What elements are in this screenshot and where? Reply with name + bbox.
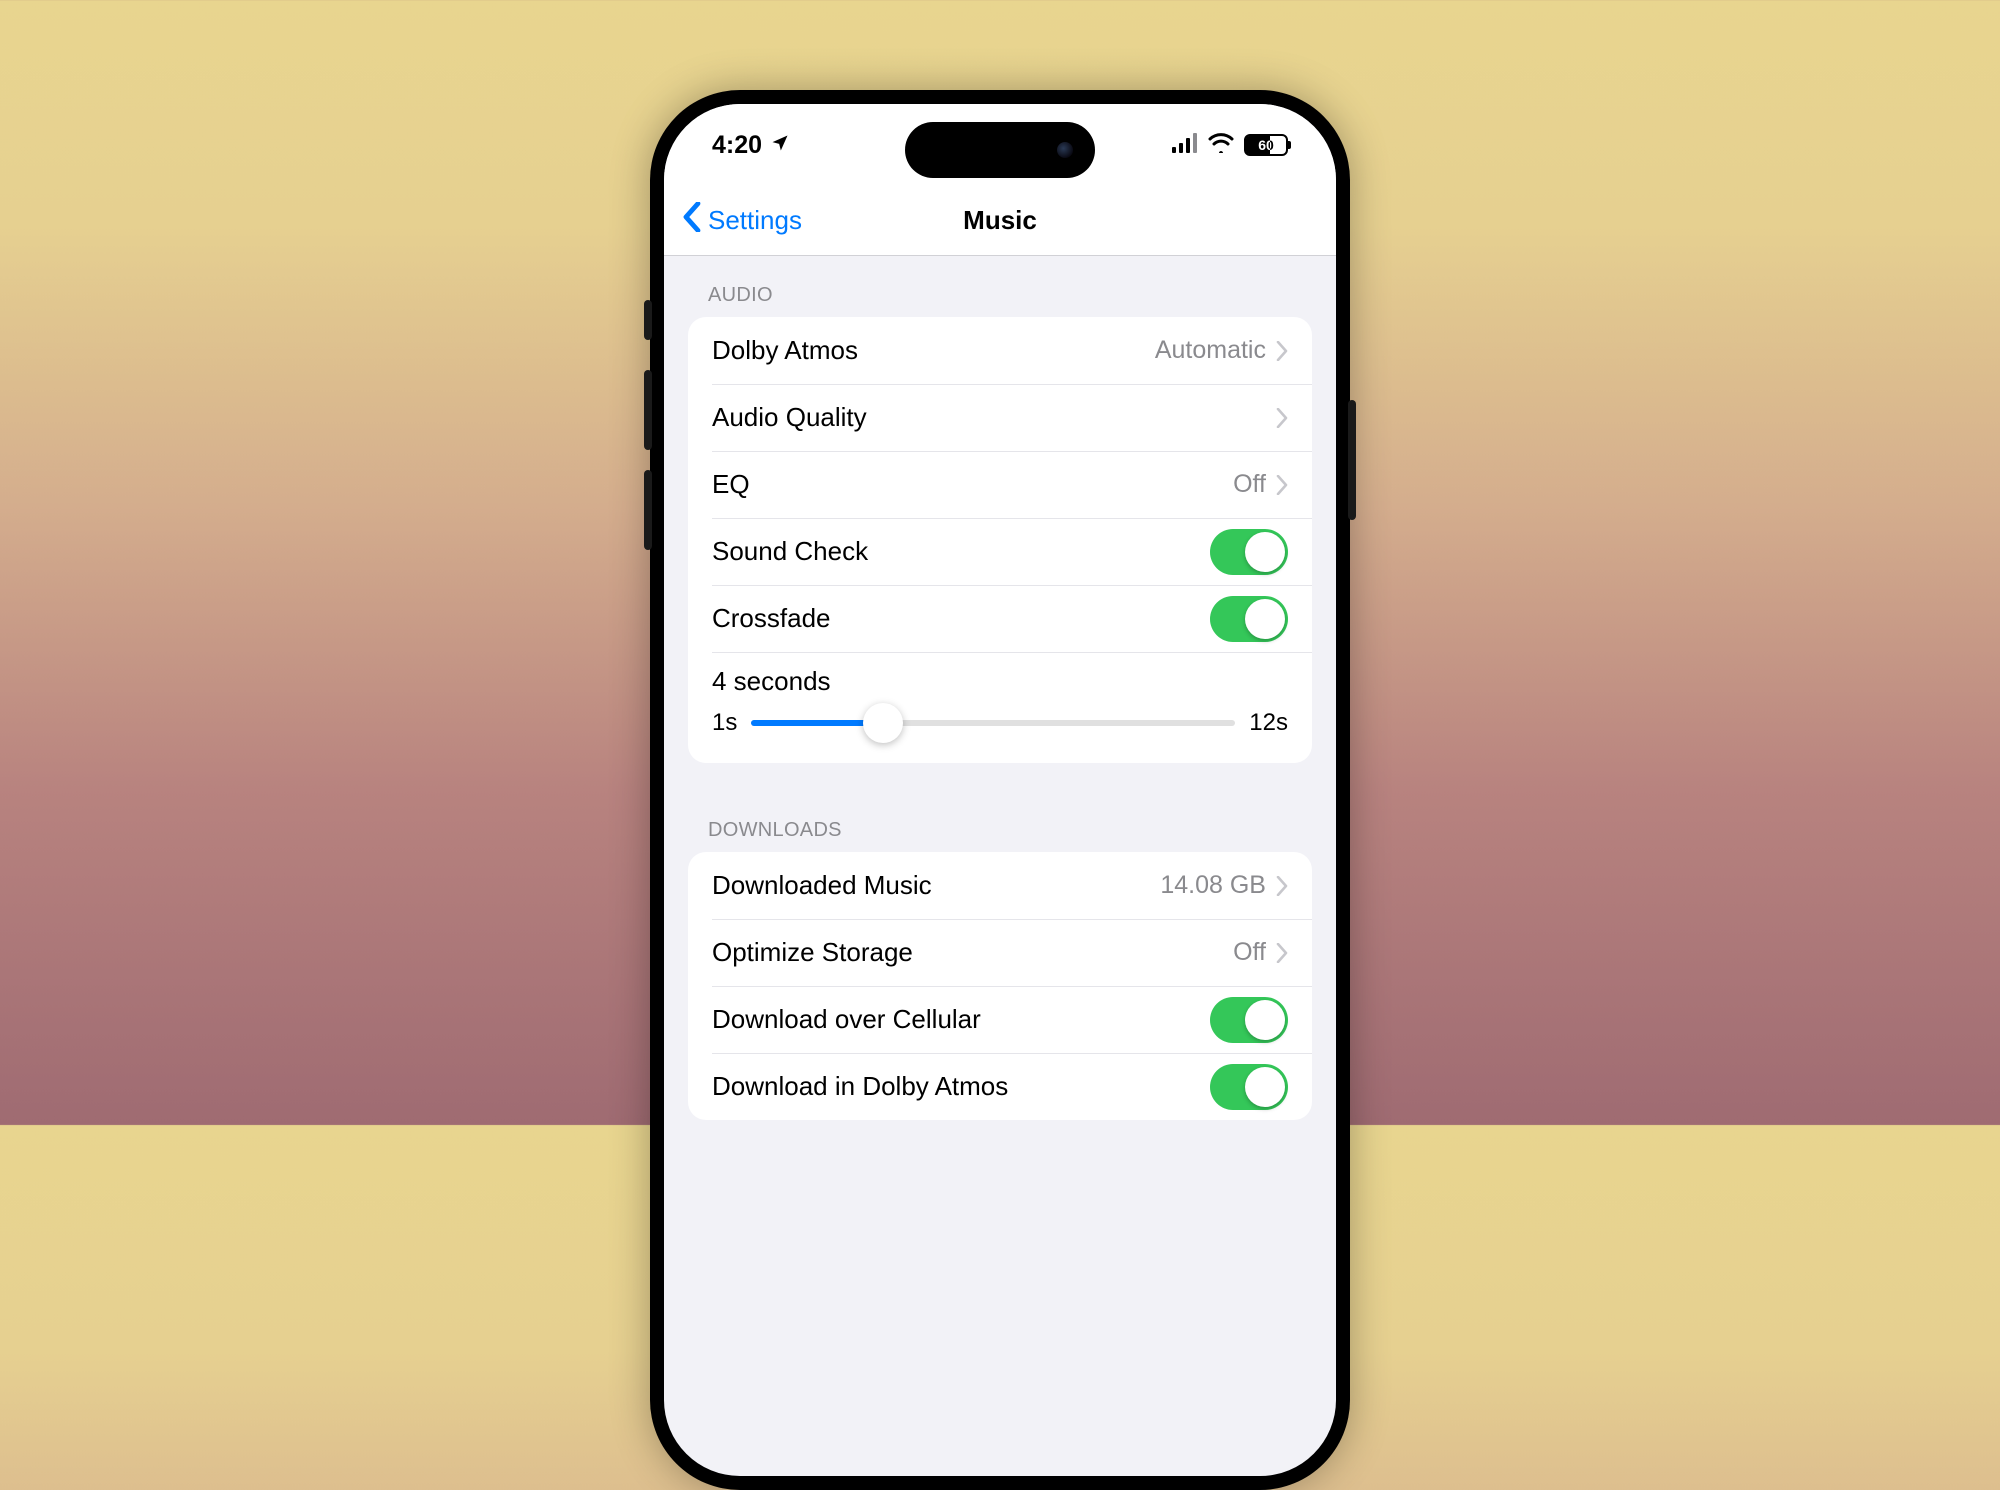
slider-min-label: 1s <box>712 709 737 737</box>
slider-max-label: 12s <box>1249 709 1288 737</box>
row-audio-quality[interactable]: Audio Quality <box>688 384 1312 451</box>
row-value: Off <box>1233 938 1266 967</box>
row-sound-check: Sound Check <box>688 518 1312 585</box>
row-value: Automatic <box>1155 336 1266 365</box>
back-label: Settings <box>708 205 802 236</box>
row-crossfade-slider: 4 seconds 1s 12s <box>688 652 1312 763</box>
row-download-cellular: Download over Cellular <box>688 986 1312 1053</box>
volume-up-physical <box>644 370 652 450</box>
slider-title: 4 seconds <box>712 666 1288 697</box>
back-button[interactable]: Settings <box>682 186 802 255</box>
row-value: Off <box>1233 470 1266 499</box>
mute-switch-physical <box>644 300 652 340</box>
row-eq[interactable]: EQ Off <box>688 451 1312 518</box>
wifi-icon <box>1208 131 1234 160</box>
group-audio: Dolby Atmos Automatic Audio Quality EQ O… <box>688 317 1312 763</box>
toggle-sound-check[interactable] <box>1210 529 1288 575</box>
row-dolby-atmos[interactable]: Dolby Atmos Automatic <box>688 317 1312 384</box>
row-value: 14.08 GB <box>1160 871 1266 900</box>
row-downloaded-music[interactable]: Downloaded Music 14.08 GB <box>688 852 1312 919</box>
chevron-right-icon <box>1276 475 1288 495</box>
toggle-download-cellular[interactable] <box>1210 997 1288 1043</box>
battery-text: 60 <box>1246 137 1286 153</box>
chevron-right-icon <box>1276 876 1288 896</box>
row-label: Sound Check <box>712 536 1210 567</box>
row-download-dolby: Download in Dolby Atmos <box>688 1053 1312 1120</box>
row-crossfade: Crossfade <box>688 585 1312 652</box>
section-header-downloads: DOWNLOADS <box>688 763 1312 852</box>
battery-icon: 60 <box>1244 134 1288 156</box>
status-time: 4:20 <box>712 131 762 160</box>
nav-bar: Settings Music <box>664 186 1336 256</box>
screen: 4:20 <box>664 104 1336 1476</box>
dynamic-island <box>905 122 1095 178</box>
row-label: Download in Dolby Atmos <box>712 1071 1210 1102</box>
volume-down-physical <box>644 470 652 550</box>
section-header-audio: AUDIO <box>688 256 1312 317</box>
power-button-physical <box>1348 400 1356 520</box>
cellular-icon <box>1172 131 1198 160</box>
row-optimize-storage[interactable]: Optimize Storage Off <box>688 919 1312 986</box>
row-label: Dolby Atmos <box>712 335 1155 366</box>
row-label: EQ <box>712 469 1233 500</box>
chevron-right-icon <box>1276 341 1288 361</box>
chevron-right-icon <box>1276 943 1288 963</box>
phone-frame: 4:20 <box>650 90 1350 1490</box>
group-downloads: Downloaded Music 14.08 GB Optimize Stora… <box>688 852 1312 1120</box>
location-icon <box>770 131 790 160</box>
row-label: Download over Cellular <box>712 1004 1210 1035</box>
page-title: Music <box>963 205 1037 236</box>
chevron-left-icon <box>682 202 708 239</box>
toggle-crossfade[interactable] <box>1210 596 1288 642</box>
crossfade-slider[interactable] <box>751 720 1235 726</box>
toggle-download-dolby[interactable] <box>1210 1064 1288 1110</box>
row-label: Audio Quality <box>712 402 1266 433</box>
content-area: AUDIO Dolby Atmos Automatic Audio Qualit… <box>664 256 1336 1476</box>
row-label: Downloaded Music <box>712 870 1160 901</box>
slider-thumb[interactable] <box>863 703 903 743</box>
row-label: Crossfade <box>712 603 1210 634</box>
chevron-right-icon <box>1276 408 1288 428</box>
row-label: Optimize Storage <box>712 937 1233 968</box>
